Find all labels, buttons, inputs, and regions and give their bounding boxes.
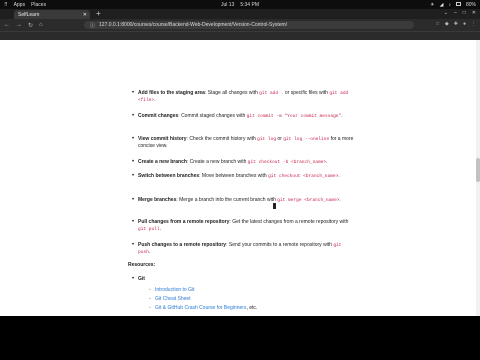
resource-links-row: Git & GitHub Crash Course for Beginners,… bbox=[149, 305, 335, 312]
date: Jul 13 bbox=[221, 1, 235, 8]
bookmark-star-icon[interactable]: ☆ bbox=[435, 21, 439, 27]
scrollbar[interactable] bbox=[476, 40, 480, 316]
list-item: Add files to the staging area: Stage all… bbox=[132, 90, 356, 104]
apps-menu[interactable]: Apps bbox=[14, 2, 25, 8]
url-text: 127.0.0.1:8000/courses/course/Backend-We… bbox=[99, 22, 288, 28]
list-item: Pull changes from a remote repository: G… bbox=[132, 219, 356, 233]
activities-icon[interactable]: ⠿ bbox=[4, 2, 8, 8]
chevron-down-icon[interactable]: ⌄ bbox=[444, 10, 448, 16]
resource-category-git: Git bbox=[132, 276, 356, 283]
list-item: Merge branches: Merge a branch into the … bbox=[132, 197, 356, 204]
reload-icon[interactable]: ↻ bbox=[28, 22, 33, 29]
os-top-bar: ⠿ Apps Places Jul 13 5:34 PM ☀ ◢ ♪ 80% bbox=[0, 0, 480, 9]
resources-heading: Resources: bbox=[128, 262, 156, 268]
mouse-cursor bbox=[273, 203, 276, 209]
tab-bar: SelfLearn ✕ + ⌄ – □ ✕ bbox=[0, 9, 480, 19]
places-menu[interactable]: Places bbox=[31, 2, 46, 8]
clock[interactable]: Jul 13 5:34 PM bbox=[221, 2, 259, 8]
close-tab-icon[interactable]: ✕ bbox=[83, 12, 87, 18]
list-item: Switch between branches: Move between br… bbox=[132, 173, 356, 180]
brightness-icon: ☀ bbox=[430, 1, 435, 8]
new-tab-button[interactable]: + bbox=[96, 10, 101, 18]
profile-icon[interactable]: ● bbox=[463, 21, 466, 27]
url-field[interactable]: ⓘ 127.0.0.1:8000/courses/course/Backend-… bbox=[84, 21, 414, 29]
time: 5:34 PM bbox=[240, 1, 259, 8]
address-bar-row: ← → ↻ ⌂ ⓘ 127.0.0.1:8000/courses/course/… bbox=[0, 19, 480, 31]
list-item: View commit history: Check the commit hi… bbox=[132, 136, 356, 150]
bookmarks-bar bbox=[0, 31, 480, 40]
link-git-github-crash-course[interactable]: Git & GitHub Crash Course for Beginners bbox=[155, 305, 246, 311]
menu-icon[interactable]: ⋮ bbox=[471, 21, 476, 27]
list-item: Push changes to a remote repository: Sen… bbox=[132, 242, 356, 256]
scrollbar-thumb[interactable] bbox=[476, 158, 480, 182]
home-icon[interactable]: ⌂ bbox=[39, 22, 43, 29]
minimize-icon[interactable]: – bbox=[454, 10, 457, 16]
extension-icon[interactable]: ◆ bbox=[445, 21, 449, 27]
maximize-icon[interactable]: □ bbox=[463, 10, 466, 16]
tab-title: SelfLearn bbox=[18, 11, 40, 18]
list-item: Create a new branch: Create a new branch… bbox=[132, 159, 356, 166]
link-intro-to-git[interactable]: Introduction to Git bbox=[149, 287, 335, 294]
network-icon: ◢ bbox=[439, 1, 444, 8]
page-viewport: Add files to the staging area: Stage all… bbox=[0, 40, 480, 316]
close-window-icon[interactable]: ✕ bbox=[472, 10, 476, 16]
tab-selflearn[interactable]: SelfLearn ✕ bbox=[14, 10, 90, 19]
puzzle-icon[interactable]: ✚ bbox=[454, 21, 458, 27]
info-icon[interactable]: ⓘ bbox=[90, 22, 95, 29]
back-icon[interactable]: ← bbox=[4, 22, 10, 29]
link-git-cheat-sheet[interactable]: Git Cheat Sheet bbox=[149, 296, 335, 303]
battery-icon bbox=[455, 1, 461, 8]
forward-icon[interactable]: → bbox=[16, 22, 22, 29]
battery-percent: 80% bbox=[465, 1, 476, 8]
list-item: Commit changes: Commit staged changes wi… bbox=[132, 113, 356, 120]
volume-icon: ♪ bbox=[448, 1, 451, 8]
